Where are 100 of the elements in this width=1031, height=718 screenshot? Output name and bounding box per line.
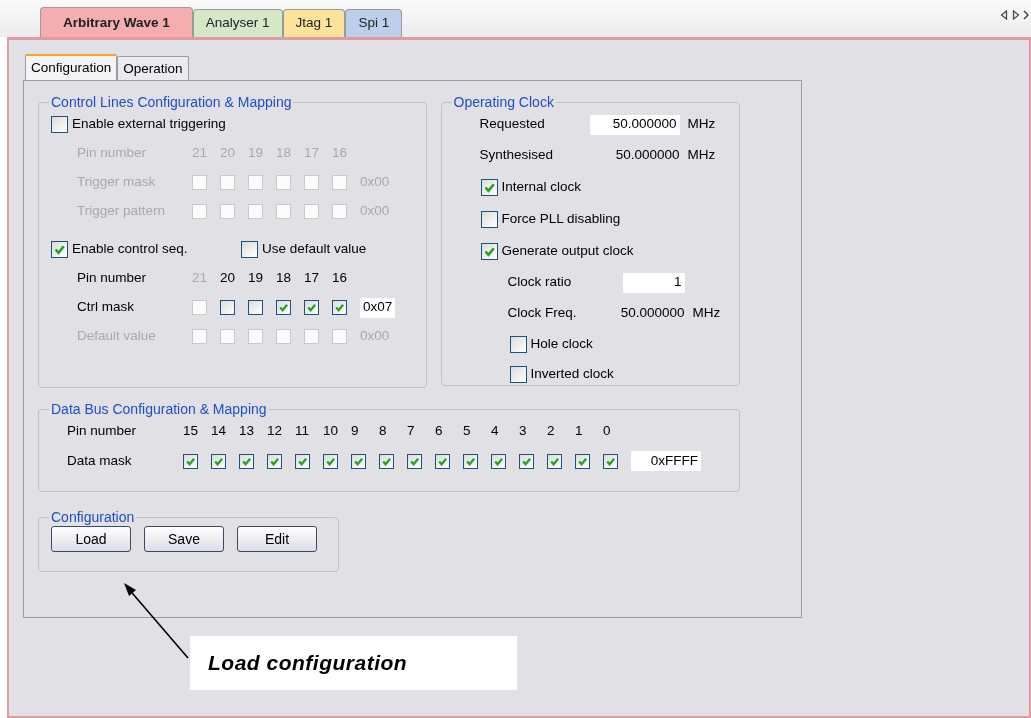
checkbox[interactable] — [491, 453, 506, 469]
pin-number: 18 — [276, 144, 293, 163]
checkbox[interactable] — [480, 210, 498, 228]
checkbox[interactable] — [211, 453, 226, 469]
group-title: Configuration — [50, 510, 136, 524]
checkbox[interactable] — [51, 240, 68, 258]
value-readout: 50.000000 — [622, 304, 685, 323]
pin-number: 13 — [239, 421, 256, 440]
checkbox-label: Hole clock — [530, 334, 593, 353]
checkbox[interactable] — [509, 365, 527, 383]
checkbox[interactable] — [379, 453, 394, 469]
pin-number: 20 — [220, 144, 237, 163]
button[interactable]: Edit — [237, 526, 317, 552]
checkbox-label: Force PLL disabling — [501, 209, 621, 228]
document-tab[interactable]: Spi 1 — [345, 9, 403, 37]
button[interactable]: Save — [144, 526, 224, 552]
checkbox[interactable] — [575, 453, 590, 469]
checkbox[interactable] — [463, 453, 478, 469]
checkmark-icon — [185, 455, 196, 467]
checkbox[interactable] — [220, 300, 235, 315]
checkbox-label: Inverted clock — [530, 364, 614, 383]
checkbox[interactable] — [239, 453, 254, 469]
pin-number: 8 — [379, 421, 388, 440]
pin-number: 11 — [295, 421, 310, 440]
value-field[interactable]: 50.000000 — [589, 114, 680, 135]
mask-value: 0x00 — [360, 327, 390, 346]
row-label: Data mask — [67, 451, 133, 470]
pin-number: 14 — [211, 421, 228, 440]
checkbox[interactable] — [519, 453, 534, 469]
checkbox[interactable] — [241, 240, 258, 258]
pin-number-label: Pin number — [77, 144, 148, 163]
pin-number: 1 — [575, 421, 584, 440]
checkmark-icon — [409, 455, 420, 467]
field-label: Synthesised — [479, 146, 555, 165]
scroll-left-icon[interactable] — [1000, 10, 1009, 20]
pin-number: 6 — [435, 421, 444, 440]
pin-number: 19 — [248, 269, 265, 288]
button[interactable]: Load — [51, 526, 131, 552]
pin-number: 7 — [407, 421, 416, 440]
checkmark-icon — [334, 302, 345, 313]
checkbox[interactable] — [351, 453, 366, 469]
field-label: Clock Freq. — [507, 304, 578, 323]
checkmark-icon — [297, 455, 308, 467]
checkmark-icon — [465, 455, 476, 467]
pin-number: 5 — [463, 421, 472, 440]
checkbox-label: Enable external triggering — [72, 114, 226, 133]
checkbox[interactable] — [323, 453, 338, 469]
checkbox[interactable] — [51, 115, 68, 133]
checkmark-icon — [437, 455, 448, 467]
pin-number: 16 — [332, 269, 349, 288]
checkmark-icon — [493, 455, 504, 467]
unit-label: MHz — [687, 115, 716, 134]
checkbox[interactable] — [276, 300, 291, 315]
group-title: Control Lines Configuration & Mapping — [50, 95, 293, 109]
checkmark-icon — [605, 455, 616, 467]
checkbox[interactable] — [480, 242, 498, 260]
checkmark-icon — [325, 455, 336, 467]
scroll-right-icon[interactable] — [1011, 10, 1020, 20]
checkbox[interactable] — [435, 453, 450, 469]
checkbox-label: Enable control seq. — [72, 239, 188, 258]
checkbox[interactable] — [267, 453, 282, 469]
mask-value-field: 0x07 — [360, 297, 396, 318]
checkbox[interactable] — [603, 453, 618, 469]
checkbox[interactable] — [509, 335, 527, 353]
value-field[interactable]: 1 — [622, 272, 685, 293]
pin-number-label: Pin number — [77, 269, 148, 288]
pin-number: 20 — [220, 269, 237, 288]
checkbox[interactable] — [332, 300, 347, 315]
pin-number: 19 — [248, 144, 265, 163]
checkmark-icon — [269, 455, 280, 467]
pin-number: 21 — [192, 144, 209, 163]
checkbox[interactable] — [547, 453, 562, 469]
pin-number: 0 — [603, 421, 612, 440]
document-tab[interactable]: Analyser 1 — [192, 9, 283, 37]
field-label: Requested — [479, 115, 546, 134]
checkbox[interactable] — [183, 453, 198, 469]
checkbox[interactable] — [295, 453, 310, 469]
checkbox[interactable] — [407, 453, 422, 469]
checkbox[interactable] — [480, 178, 498, 196]
checkmark-icon — [521, 455, 532, 467]
pin-number: 4 — [491, 421, 500, 440]
tab[interactable]: Configuration — [25, 54, 118, 80]
checkbox[interactable] — [304, 300, 319, 315]
document-tab[interactable]: Jtag 1 — [282, 9, 346, 37]
checkmark-icon — [306, 302, 317, 313]
document-tab[interactable]: Arbitrary Wave 1 — [40, 7, 193, 37]
pin-number: 15 — [183, 421, 200, 440]
pin-number: 9 — [351, 421, 360, 440]
unit-label: MHz — [692, 304, 721, 323]
checkmark-icon — [213, 455, 224, 467]
pin-number: 18 — [276, 269, 293, 288]
field-label: Clock ratio — [507, 273, 573, 292]
pin-number: 16 — [332, 144, 349, 163]
tab[interactable]: Operation — [117, 56, 189, 80]
pin-number: 12 — [267, 421, 284, 440]
checkbox-label: Generate output clock — [501, 241, 634, 260]
pin-number: 17 — [304, 269, 321, 288]
checkbox[interactable] — [248, 300, 263, 315]
callout-label: Load configuration — [190, 636, 517, 690]
unit-label: MHz — [687, 146, 716, 165]
